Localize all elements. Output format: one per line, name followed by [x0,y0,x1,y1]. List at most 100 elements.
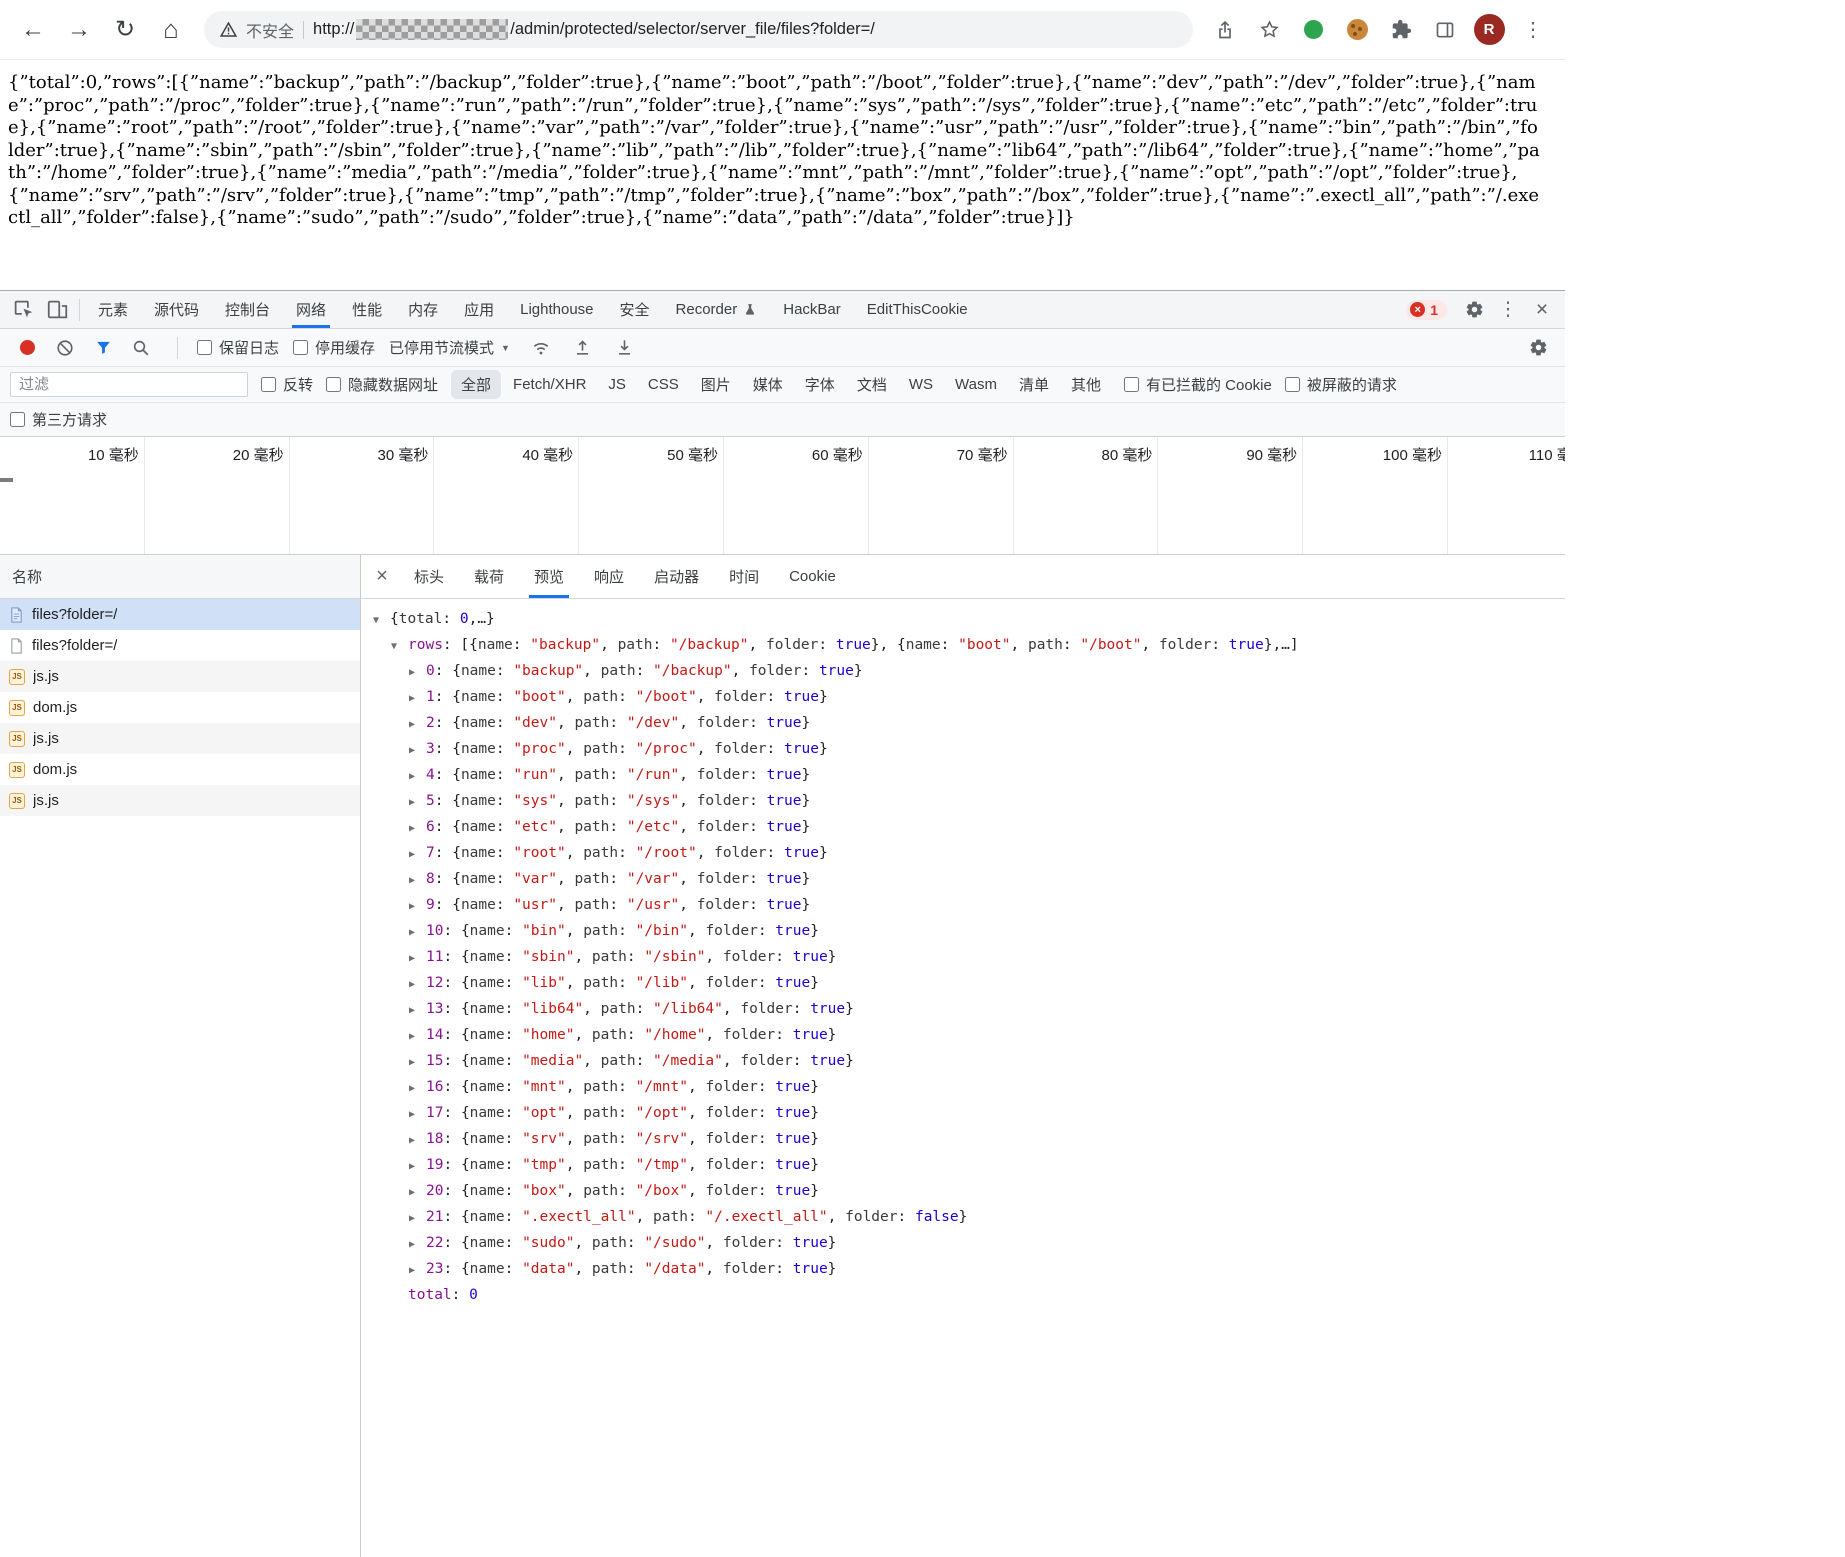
disable-cache-checkbox[interactable]: 停用缓存 [293,337,375,358]
preview-item-row[interactable]: ▶10: {name: "bin", path: "/bin", folder:… [361,919,1565,945]
error-count-badge[interactable]: × 1 [1406,300,1447,320]
request-row[interactable]: JSdom.js [0,692,360,723]
preview-item-row[interactable]: ▶15: {name: "media", path: "/media", fol… [361,1049,1565,1075]
browser-menu-kebab-icon[interactable]: ⋮ [1511,8,1555,52]
filter-pill-WS[interactable]: WS [899,372,943,397]
address-bar[interactable]: 不安全 http:///admin/protected/selector/ser… [204,11,1193,48]
preview-item-row[interactable]: ▶6: {name: "etc", path: "/etc", folder: … [361,815,1565,841]
request-row[interactable]: JSjs.js [0,661,360,692]
filter-funnel-icon[interactable] [86,333,120,363]
filter-pill-文档[interactable]: 文档 [847,370,897,399]
filter-input[interactable] [10,372,248,397]
devtools-tab-应用[interactable]: 应用 [451,291,507,328]
hide-data-urls-checkbox[interactable]: 隐藏数据网址 [326,374,438,395]
throttling-dropdown[interactable]: 已停用节流模式 ▼ [389,337,510,358]
third-party-requests-checkbox[interactable]: 第三方请求 [10,409,107,430]
network-conditions-icon[interactable] [524,333,558,363]
filter-pill-其他[interactable]: 其他 [1061,370,1111,399]
detail-tab-响应[interactable]: 响应 [579,555,639,598]
reload-button[interactable]: ↻ [102,7,148,53]
filter-pill-JS[interactable]: JS [598,372,636,397]
import-har-icon[interactable] [566,333,600,363]
clear-network-log-icon[interactable] [48,333,82,363]
devtools-close-icon[interactable]: × [1525,295,1559,325]
devtools-tab-性能[interactable]: 性能 [339,291,395,328]
close-detail-icon[interactable]: × [365,555,399,598]
devtools-tab-Recorder[interactable]: Recorder [663,291,771,328]
preview-item-row[interactable]: ▶23: {name: "data", path: "/data", folde… [361,1257,1565,1283]
preview-root-row[interactable]: ▼{total: 0,…} [361,607,1565,633]
preview-item-row[interactable]: ▶19: {name: "tmp", path: "/tmp", folder:… [361,1153,1565,1179]
devtools-tab-控制台[interactable]: 控制台 [212,291,283,328]
preview-item-row[interactable]: ▶5: {name: "sys", path: "/sys", folder: … [361,789,1565,815]
devtools-menu-kebab-icon[interactable]: ⋮ [1491,295,1525,325]
detail-tab-载荷[interactable]: 载荷 [459,555,519,598]
devtools-tab-内存[interactable]: 内存 [395,291,451,328]
preserve-log-checkbox[interactable]: 保留日志 [197,337,279,358]
inspect-element-icon[interactable] [6,295,40,325]
filter-pill-Wasm[interactable]: Wasm [945,372,1007,397]
preview-item-row[interactable]: ▶2: {name: "dev", path: "/dev", folder: … [361,711,1565,737]
devtools-tab-Lighthouse[interactable]: Lighthouse [507,291,606,328]
filter-pill-Fetch/XHR[interactable]: Fetch/XHR [503,372,596,397]
preview-item-row[interactable]: ▶18: {name: "srv", path: "/srv", folder:… [361,1127,1565,1153]
preview-item-row[interactable]: ▶16: {name: "mnt", path: "/mnt", folder:… [361,1075,1565,1101]
devtools-tab-源代码[interactable]: 源代码 [141,291,212,328]
preview-item-row[interactable]: ▶21: {name: ".exectl_all", path: "/.exec… [361,1205,1565,1231]
preview-item-row[interactable]: ▶7: {name: "root", path: "/root", folder… [361,841,1565,867]
devtools-tab-元素[interactable]: 元素 [85,291,141,328]
preview-item-row[interactable]: ▶1: {name: "boot", path: "/boot", folder… [361,685,1565,711]
preview-item-row[interactable]: ▶12: {name: "lib", path: "/lib", folder:… [361,971,1565,997]
preview-item-row[interactable]: ▶14: {name: "home", path: "/home", folde… [361,1023,1565,1049]
back-button[interactable]: ← [10,7,56,53]
record-network-log-icon[interactable] [10,333,44,363]
preview-item-row[interactable]: ▶20: {name: "box", path: "/box", folder:… [361,1179,1565,1205]
devtools-tab-安全[interactable]: 安全 [607,291,663,328]
blocked-requests-checkbox[interactable]: 被屏蔽的请求 [1285,374,1397,395]
name-column-header[interactable]: 名称 [0,555,360,599]
preview-item-row[interactable]: ▶13: {name: "lib64", path: "/lib64", fol… [361,997,1565,1023]
request-row[interactable]: files?folder=/ [0,599,360,630]
network-overview-timeline[interactable]: 10 毫秒20 毫秒30 毫秒40 毫秒50 毫秒60 毫秒70 毫秒80 毫秒… [0,437,1565,555]
device-toolbar-icon[interactable] [40,295,74,325]
filter-pill-全部[interactable]: 全部 [451,370,501,399]
preview-rows-row[interactable]: ▼rows: [{name: "backup", path: "/backup"… [361,633,1565,659]
side-panel-icon[interactable] [1423,8,1467,52]
devtools-tab-网络[interactable]: 网络 [283,291,339,328]
profile-avatar[interactable]: R [1467,8,1511,52]
preview-item-row[interactable]: ▶0: {name: "backup", path: "/backup", fo… [361,659,1565,685]
security-status-label[interactable]: 不安全 [246,18,294,42]
extension-green-icon[interactable] [1291,8,1335,52]
detail-tab-时间[interactable]: 时间 [714,555,774,598]
forward-button[interactable]: → [56,7,102,53]
devtools-tab-EditThisCookie[interactable]: EditThisCookie [854,291,981,328]
devtools-tab-HackBar[interactable]: HackBar [770,291,854,328]
home-button[interactable]: ⌂ [148,7,194,53]
detail-tab-预览[interactable]: 预览 [519,555,579,598]
export-har-icon[interactable] [608,333,642,363]
devtools-settings-gear-icon[interactable] [1457,295,1491,325]
request-row[interactable]: JSdom.js [0,754,360,785]
not-secure-warning-icon[interactable] [220,22,237,37]
preview-item-row[interactable]: ▶9: {name: "usr", path: "/usr", folder: … [361,893,1565,919]
filter-pill-清单[interactable]: 清单 [1009,370,1059,399]
network-search-icon[interactable] [124,333,158,363]
detail-tab-标头[interactable]: 标头 [399,555,459,598]
preview-item-row[interactable]: ▶4: {name: "run", path: "/run", folder: … [361,763,1565,789]
filter-pill-CSS[interactable]: CSS [638,372,689,397]
network-settings-gear-icon[interactable] [1521,333,1555,363]
preview-item-row[interactable]: ▶11: {name: "sbin", path: "/sbin", folde… [361,945,1565,971]
filter-pill-字体[interactable]: 字体 [795,370,845,399]
request-row[interactable]: JSjs.js [0,785,360,816]
share-icon[interactable] [1203,8,1247,52]
preview-item-row[interactable]: ▶17: {name: "opt", path: "/opt", folder:… [361,1101,1565,1127]
preview-item-row[interactable]: ▶8: {name: "var", path: "/var", folder: … [361,867,1565,893]
invert-filter-checkbox[interactable]: 反转 [261,374,313,395]
extensions-puzzle-icon[interactable] [1379,8,1423,52]
detail-tab-启动器[interactable]: 启动器 [639,555,714,598]
filter-pill-媒体[interactable]: 媒体 [743,370,793,399]
blocked-cookies-checkbox[interactable]: 有已拦截的 Cookie [1124,374,1272,395]
filter-pill-图片[interactable]: 图片 [691,370,741,399]
bookmark-star-icon[interactable] [1247,8,1291,52]
preview-item-row[interactable]: ▶3: {name: "proc", path: "/proc", folder… [361,737,1565,763]
